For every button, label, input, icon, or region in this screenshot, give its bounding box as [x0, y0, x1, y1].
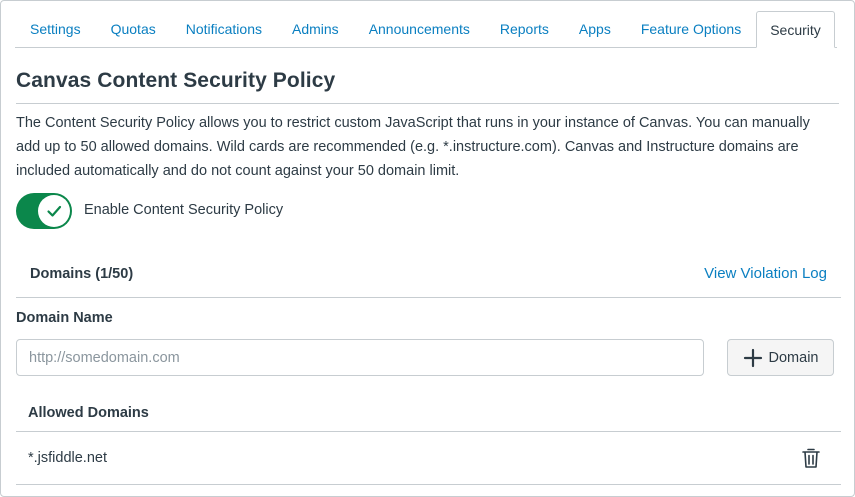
policy-description: The Content Security Policy allows you t…: [16, 115, 810, 179]
allowed-domains-heading: Allowed Domains: [28, 405, 149, 421]
tab-quotas[interactable]: Quotas: [96, 11, 171, 47]
enable-csp-label: Enable Content Security Policy: [84, 202, 284, 218]
add-domain-button[interactable]: Domain: [727, 339, 834, 376]
trash-icon: [802, 448, 820, 468]
tab-announcements[interactable]: Announcements: [354, 11, 485, 47]
title-divider: [16, 103, 839, 104]
tab-security[interactable]: Security: [756, 11, 835, 48]
tab-feature-options[interactable]: Feature Options: [626, 11, 756, 47]
domain-name-input[interactable]: [16, 339, 704, 376]
domains-divider: [16, 297, 841, 298]
tab-notifications[interactable]: Notifications: [171, 11, 277, 47]
tab-reports[interactable]: Reports: [485, 11, 564, 47]
toggle-knob: [38, 195, 70, 227]
tab-admins[interactable]: Admins: [277, 11, 354, 47]
allowed-domain-row: *.jsfiddle.net: [16, 432, 841, 485]
tab-bar-spacer: [835, 11, 837, 47]
account-settings-tabs: Settings Quotas Notifications Admins Ann…: [15, 11, 837, 48]
delete-domain-button[interactable]: [800, 446, 822, 470]
tab-settings[interactable]: Settings: [15, 11, 96, 47]
page-title: Canvas Content Security Policy: [16, 69, 336, 92]
domain-name-label: Domain Name: [16, 310, 113, 326]
tab-apps[interactable]: Apps: [564, 11, 626, 47]
enable-csp-toggle[interactable]: [16, 193, 72, 229]
security-settings-panel: Settings Quotas Notifications Admins Ann…: [0, 0, 855, 497]
checkmark-icon: [47, 205, 62, 217]
domains-count: Domains (1/50): [30, 266, 134, 282]
view-violation-log-link[interactable]: View Violation Log: [704, 265, 827, 282]
add-domain-button-label: Domain: [768, 349, 819, 366]
allowed-domain-text: *.jsfiddle.net: [28, 450, 107, 466]
plus-icon: [743, 348, 762, 367]
